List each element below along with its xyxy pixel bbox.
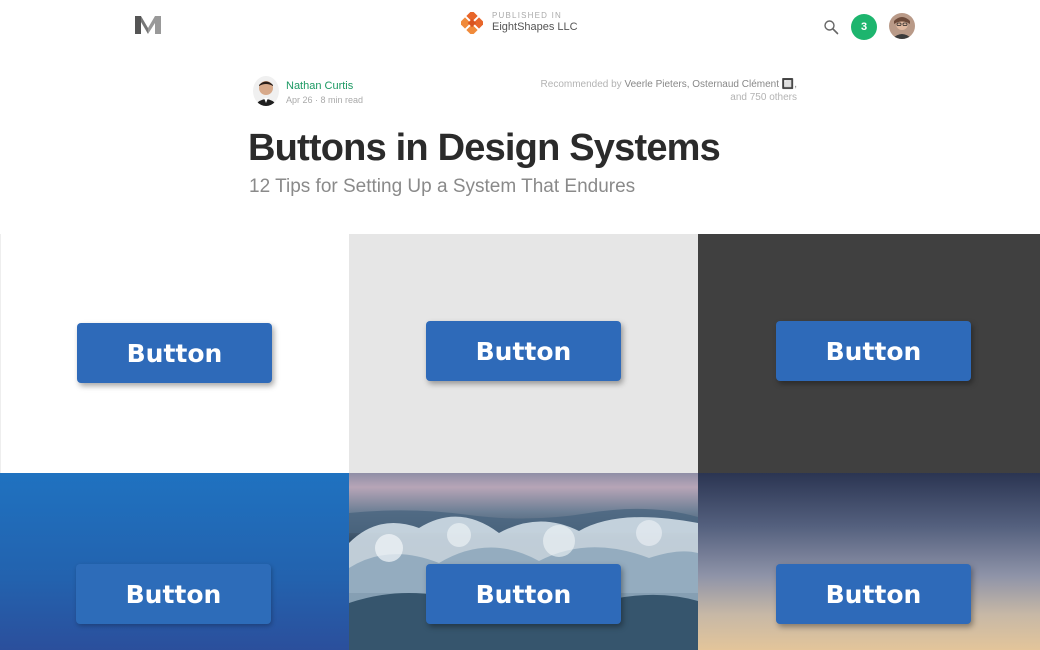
- publication-kicker: PUBLISHED IN: [492, 11, 562, 20]
- demo-button-on-light-gray[interactable]: Button: [426, 321, 621, 381]
- recommended-prefix: Recommended by: [540, 79, 622, 90]
- author-avatar[interactable]: [253, 76, 279, 106]
- swatch-dark-gray: Button: [698, 234, 1040, 473]
- article-title: Buttons in Design Systems: [248, 127, 721, 169]
- swatch-blue: Button: [0, 473, 349, 650]
- demo-button-on-dark-gray[interactable]: Button: [776, 321, 971, 381]
- publication-name[interactable]: EightShapes LLC: [492, 21, 578, 35]
- swatch-ocean-photo: Button: [349, 473, 698, 650]
- swatch-light-gray: Button: [349, 234, 698, 473]
- recommended-others[interactable]: and 750 others: [541, 91, 797, 104]
- recommenders-link[interactable]: Veerle Pieters, Osternaud Clément 🔲,: [624, 79, 797, 90]
- demo-button-on-sunset-photo[interactable]: Button: [776, 564, 971, 624]
- demo-button-on-ocean-photo[interactable]: Button: [426, 564, 621, 624]
- author-name-link[interactable]: Nathan Curtis: [286, 79, 363, 94]
- swatch-sunset-photo: Button: [698, 473, 1040, 650]
- demo-button-on-blue[interactable]: Button: [76, 564, 271, 624]
- recommendations: Recommended by Veerle Pieters, Osternaud…: [541, 78, 797, 104]
- hero-image: Button Button Button Button Button Butto…: [0, 234, 1040, 650]
- notification-badge[interactable]: 3: [851, 14, 877, 40]
- medium-m-logo-icon[interactable]: [135, 14, 161, 36]
- publication-link[interactable]: PUBLISHED IN EightShapes LLC: [461, 11, 578, 35]
- article-subtitle: 12 Tips for Setting Up a System That End…: [249, 176, 636, 197]
- eightshapes-logo-icon: [461, 11, 483, 34]
- search-icon[interactable]: [823, 19, 839, 35]
- swatch-white: Button: [0, 234, 349, 473]
- author-meta: Nathan Curtis Apr 26 · 8 min read: [286, 79, 363, 106]
- user-avatar[interactable]: [889, 13, 915, 39]
- post-date-readtime: Apr 26 · 8 min read: [286, 94, 364, 105]
- demo-button-on-white[interactable]: Button: [77, 323, 272, 383]
